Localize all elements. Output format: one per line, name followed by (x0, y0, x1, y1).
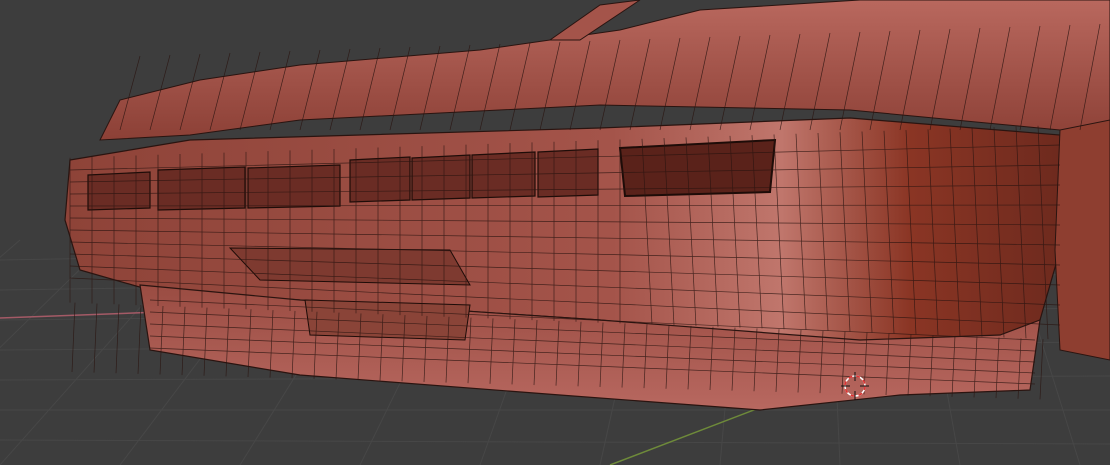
grille-slot (349, 156, 411, 203)
lower-intake (228, 247, 471, 286)
grille-slot (247, 164, 341, 209)
grille-slot (411, 154, 471, 201)
3d-viewport[interactable] (0, 0, 1110, 465)
fender-mesh (1054, 119, 1110, 361)
grille-slot (87, 171, 151, 211)
grille-slot (157, 166, 246, 211)
